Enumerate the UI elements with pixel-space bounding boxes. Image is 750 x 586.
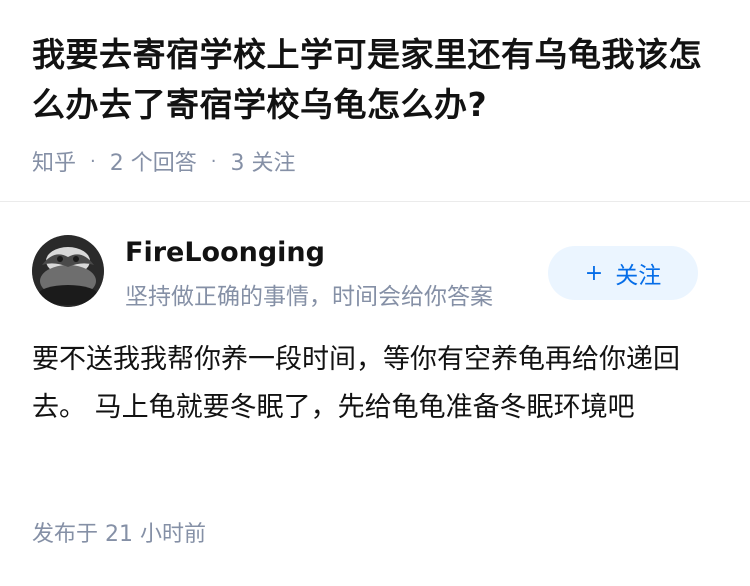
follow-button-label: 关注 bbox=[615, 263, 662, 289]
author-card: FireLoonging 坚持做正确的事情，时间会给你答案 + 关注 bbox=[32, 235, 720, 310]
avatar[interactable] bbox=[32, 235, 104, 307]
follow-button[interactable]: + 关注 bbox=[548, 246, 698, 300]
divider bbox=[0, 201, 750, 202]
answer-content: 要不送我我帮你养一段时间，等你有空养龟再给你递回去。 马上龟就要冬眠了，先给龟龟… bbox=[32, 344, 680, 423]
meta-separator: · bbox=[210, 150, 217, 172]
follower-count[interactable]: 3 关注 bbox=[230, 145, 295, 177]
plus-icon: + bbox=[584, 260, 604, 286]
author-bio: 坚持做正确的事情，时间会给你答案 bbox=[125, 284, 493, 310]
author-name[interactable]: FireLoonging bbox=[125, 237, 325, 268]
meta-separator: · bbox=[90, 150, 96, 172]
question-header: 我要去寄宿学校上学可是家里还有乌龟我该怎么办去了寄宿学校乌龟怎么办? 知乎 · … bbox=[32, 30, 722, 176]
question-meta: 知乎 · 2 个回答 · 3 关注 bbox=[32, 145, 722, 177]
published-time: 发布于 21 小时前 bbox=[32, 522, 206, 547]
question-title[interactable]: 我要去寄宿学校上学可是家里还有乌龟我该怎么办去了寄宿学校乌龟怎么办? bbox=[32, 30, 722, 130]
source-label[interactable]: 知乎 bbox=[32, 145, 76, 177]
answer-count[interactable]: 2 个回答 bbox=[110, 145, 197, 177]
avatar-image bbox=[32, 235, 104, 307]
